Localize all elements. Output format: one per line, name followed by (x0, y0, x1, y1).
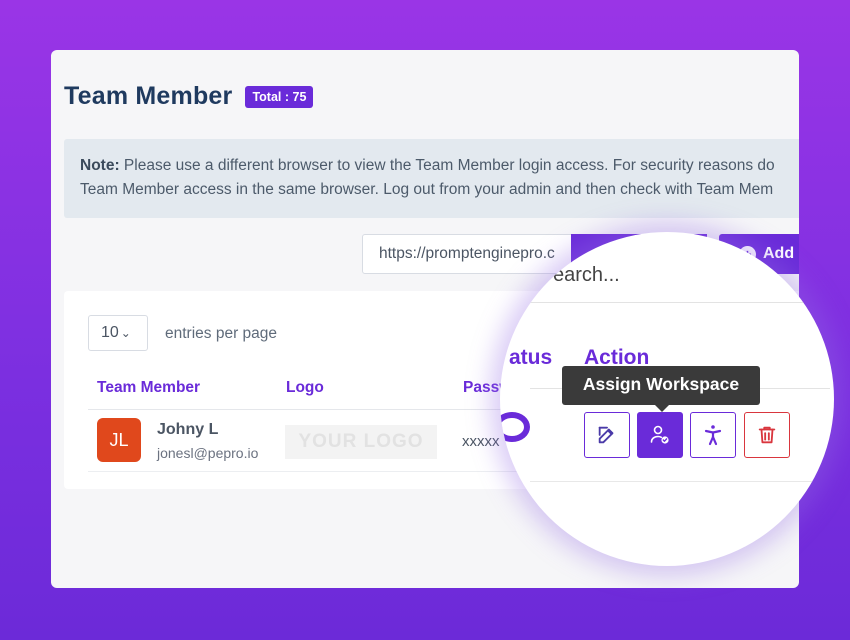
note-label: Note: (80, 157, 120, 174)
security-note: Note: Please use a different browser to … (64, 139, 799, 218)
total-badge: Total : 75 (245, 85, 314, 108)
entries-value: 10 (101, 324, 119, 341)
member-email: jonesl@pepro.io (157, 445, 259, 461)
search-input[interactable]: earch... (553, 264, 620, 287)
status-toggle[interactable] (500, 412, 530, 442)
member-name: Johny L (157, 421, 219, 438)
entries-label: entries per page (165, 325, 278, 342)
accessibility-button[interactable] (690, 412, 736, 458)
column-header-team-member[interactable]: Team Member (97, 379, 200, 397)
accessibility-icon (704, 425, 722, 446)
magnifier-lens: earch... atus Action Assign Workspace (500, 232, 834, 566)
edit-icon (598, 426, 614, 444)
assign-workspace-button[interactable] (637, 412, 683, 458)
chevron-down-icon: ⌄ (120, 326, 131, 340)
avatar: JL (97, 418, 141, 462)
column-header-status[interactable]: atus (509, 346, 552, 370)
delete-button[interactable] (744, 412, 790, 458)
search-divider (530, 302, 834, 303)
trash-icon (758, 426, 776, 444)
magnified-row-divider (530, 481, 830, 482)
member-logo: YOUR LOGO (285, 425, 437, 459)
column-header-logo[interactable]: Logo (286, 379, 324, 397)
member-password: xxxxx (462, 433, 500, 450)
page-title: Team Member (64, 82, 233, 110)
assign-workspace-icon (650, 425, 669, 444)
note-line-1: Please use a different browser to view t… (123, 157, 775, 174)
edit-button[interactable] (584, 412, 630, 458)
magnifier-content: earch... atus Action Assign Workspace (500, 232, 834, 566)
note-line-2: Team Member access in the same browser. … (80, 181, 774, 198)
title-row: Team Member Total : 75 (64, 82, 314, 111)
assign-workspace-tooltip: Assign Workspace (562, 366, 760, 412)
entries-per-page-select[interactable]: 10 ⌄ (88, 315, 148, 351)
